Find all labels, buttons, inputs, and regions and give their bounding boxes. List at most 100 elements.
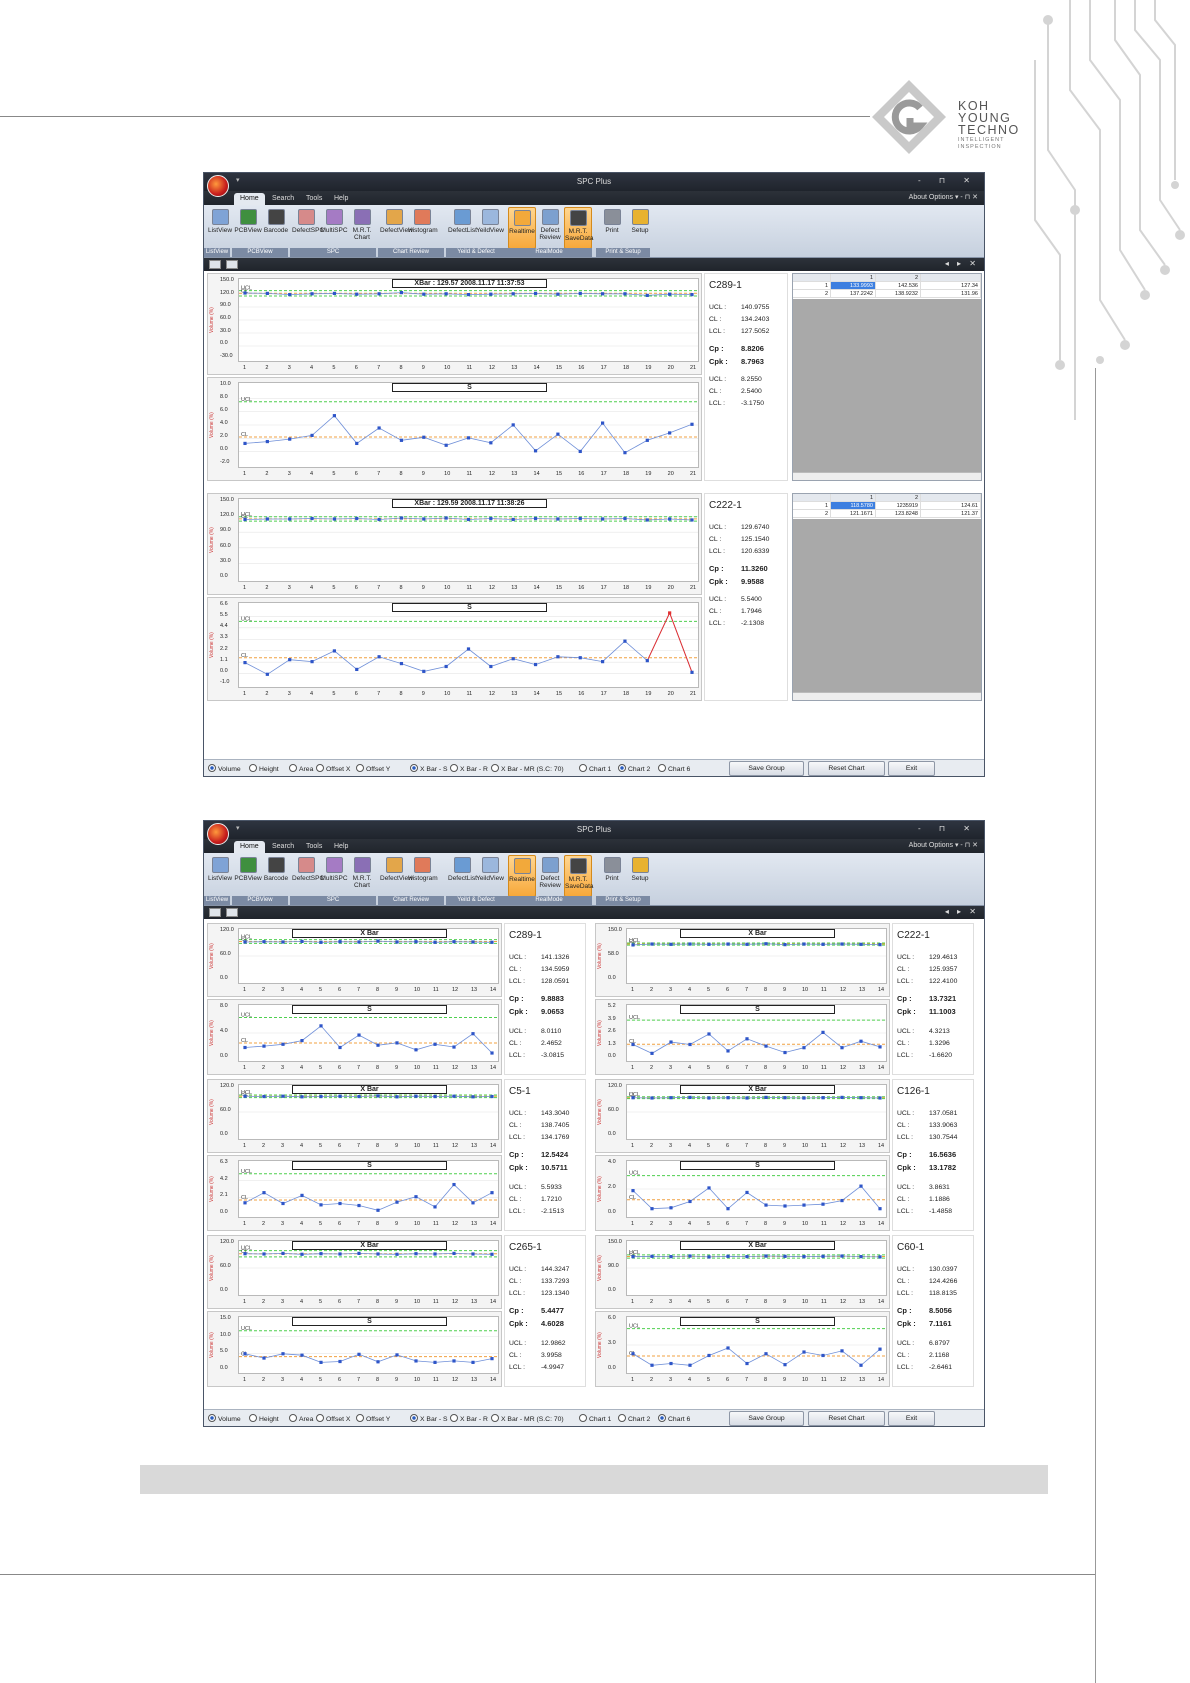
measure-radio-offset-x[interactable]: Offset X bbox=[316, 1414, 350, 1423]
window-controls[interactable]: ‐ ⊓ ✕ bbox=[918, 824, 978, 833]
layout-radio-chart-2[interactable]: Chart 2 bbox=[618, 764, 650, 773]
ribbon-button-m-r-t-savedata[interactable]: M.R.T. SaveData bbox=[564, 855, 594, 897]
grid-cell[interactable]: 127.34 bbox=[921, 282, 981, 290]
grid-cell[interactable]: 133.9993 bbox=[831, 282, 876, 290]
measure-radio-height[interactable]: Height bbox=[249, 1414, 279, 1423]
ribbon-button-pcbview[interactable]: PCBView bbox=[234, 855, 262, 897]
ribbon-button-m-r-t-chart[interactable]: M.R.T. Chart bbox=[348, 207, 376, 249]
ribbon-button-barcode[interactable]: Barcode bbox=[262, 207, 290, 249]
ribbon-button-pcbview[interactable]: PCBView bbox=[234, 207, 262, 249]
ribbon-button-defectlist[interactable]: DefectList bbox=[448, 855, 477, 897]
ribbon-button-listview[interactable]: ListView bbox=[206, 855, 234, 897]
save-group-button[interactable]: Save Group bbox=[729, 1411, 804, 1426]
measure-radio-area[interactable]: Area bbox=[289, 1414, 313, 1423]
layout-radio-chart-6[interactable]: Chart 6 bbox=[658, 1414, 690, 1423]
reset-chart-button[interactable]: Reset Chart bbox=[808, 1411, 885, 1426]
chart-type-radio[interactable]: X Bar - R bbox=[450, 1414, 488, 1423]
ribbon-button-defectlist[interactable]: DefectList bbox=[448, 207, 477, 249]
tab-home[interactable]: Home bbox=[234, 193, 265, 205]
ribbon-button-print[interactable]: Print bbox=[598, 207, 626, 249]
grid-cell[interactable]: 138.9232 bbox=[876, 290, 921, 298]
doc-tab-icon[interactable] bbox=[226, 260, 238, 269]
window-controls[interactable]: ‐ ⊓ ✕ bbox=[918, 176, 978, 185]
grid-cell[interactable]: 1235919 bbox=[876, 502, 921, 510]
tab-tools[interactable]: Tools bbox=[300, 193, 328, 205]
chart-type-radio[interactable]: X Bar - MR (S.C: 70) bbox=[491, 1414, 564, 1423]
grid-cell[interactable]: 142.536 bbox=[876, 282, 921, 290]
measure-radio-area[interactable]: Area bbox=[289, 764, 313, 773]
ribbon-button-listview[interactable]: ListView bbox=[206, 207, 234, 249]
grid-cell[interactable]: 124.61 bbox=[921, 502, 981, 510]
doc-nav-controls[interactable]: ◂ ▸ ✕ bbox=[945, 907, 979, 916]
chart-type-radio[interactable]: X Bar - S bbox=[410, 1414, 448, 1423]
horizontal-scrollbar[interactable] bbox=[793, 692, 981, 700]
exit-button[interactable]: Exit bbox=[888, 1411, 935, 1426]
layout-radio-chart-6[interactable]: Chart 6 bbox=[658, 764, 690, 773]
app-logo-icon[interactable] bbox=[207, 175, 229, 197]
chart-type-radio[interactable]: X Bar - R bbox=[450, 764, 488, 773]
reset-chart-button[interactable]: Reset Chart bbox=[808, 761, 885, 776]
ribbon-button-multispc[interactable]: MultiSPC bbox=[320, 855, 348, 897]
ribbon-button-barcode[interactable]: Barcode bbox=[262, 855, 290, 897]
layout-radio-chart-2[interactable]: Chart 2 bbox=[618, 1414, 650, 1423]
measure-radio-volume[interactable]: Volume bbox=[208, 1414, 241, 1423]
grid-cell[interactable]: 1 bbox=[793, 502, 831, 510]
spc-window-2chart: ▾ SPC Plus ‐ ⊓ ✕ Home Search Tools Help … bbox=[203, 172, 985, 777]
ribbon-button-defectview[interactable]: DefectView bbox=[380, 207, 413, 249]
app-logo-icon[interactable] bbox=[207, 823, 229, 845]
tab-search[interactable]: Search bbox=[266, 841, 300, 853]
ribbon-button-realtime[interactable]: Realtime bbox=[508, 207, 536, 249]
layout-radio-chart-1[interactable]: Chart 1 bbox=[579, 764, 611, 773]
grid-cell[interactable]: 2 bbox=[793, 290, 831, 298]
exit-button[interactable]: Exit bbox=[888, 761, 935, 776]
tab-home[interactable]: Home bbox=[234, 841, 265, 853]
data-grid[interactable]: 1 2 1 118.5780 1235919 124.61 2 121.1671 123.824… bbox=[792, 493, 982, 701]
grid-cell[interactable]: 2 bbox=[793, 510, 831, 518]
doc-nav-controls[interactable]: ◂ ▸ ✕ bbox=[945, 259, 979, 268]
measure-radio-height[interactable]: Height bbox=[249, 764, 279, 773]
doc-tab-icon[interactable] bbox=[209, 908, 221, 917]
tab-help[interactable]: Help bbox=[328, 193, 354, 205]
grid-cell[interactable]: 1 bbox=[793, 282, 831, 290]
tab-search[interactable]: Search bbox=[266, 193, 300, 205]
tab-help[interactable]: Help bbox=[328, 841, 354, 853]
doc-tab-icon[interactable] bbox=[226, 908, 238, 917]
measure-radio-volume[interactable]: Volume bbox=[208, 764, 241, 773]
options-menu[interactable]: About Options ▾ ‐ ⊓ ✕ bbox=[909, 193, 978, 201]
grid-cell[interactable]: 131.96 bbox=[921, 290, 981, 298]
grid-cell[interactable]: 118.5780 bbox=[831, 502, 876, 510]
ribbon-button-defectspc[interactable]: DefectSPC bbox=[292, 207, 324, 249]
ribbon-button-defect-review[interactable]: Defect Review bbox=[536, 207, 564, 249]
y-tick-label: 0.0 bbox=[220, 573, 228, 579]
ribbon-button-m-r-t-chart[interactable]: M.R.T. Chart bbox=[348, 855, 376, 897]
grid-cell[interactable]: 137.2242 bbox=[831, 290, 876, 298]
grid-cell[interactable]: 121.37 bbox=[921, 510, 981, 518]
measure-radio-offset-x[interactable]: Offset X bbox=[316, 764, 350, 773]
ribbon-button-defectview[interactable]: DefectView bbox=[380, 855, 413, 897]
ribbon-button-defect-review[interactable]: Defect Review bbox=[536, 855, 564, 897]
ribbon-button-setup[interactable]: Setup bbox=[626, 855, 654, 897]
ribbon-button-defectspc[interactable]: DefectSPC bbox=[292, 855, 324, 897]
save-group-button[interactable]: Save Group bbox=[729, 761, 804, 776]
ribbon-button-print[interactable]: Print bbox=[598, 855, 626, 897]
measure-radio-offset-y[interactable]: Offset Y bbox=[356, 764, 390, 773]
ribbon-button-setup[interactable]: Setup bbox=[626, 207, 654, 249]
horizontal-scrollbar[interactable] bbox=[793, 472, 981, 480]
chart-type-radio[interactable]: X Bar - MR (S.C: 70) bbox=[491, 764, 564, 773]
grid-cell[interactable]: 121.1671 bbox=[831, 510, 876, 518]
tab-tools[interactable]: Tools bbox=[300, 841, 328, 853]
data-grid[interactable]: 1 2 1 133.9993 142.536 127.34 2 137.2242 138.923… bbox=[792, 273, 982, 481]
chart-type-radio[interactable]: X Bar - S bbox=[410, 764, 448, 773]
ribbon-button-histogram[interactable]: Histogram bbox=[408, 855, 438, 897]
ribbon-button-realtime[interactable]: Realtime bbox=[508, 855, 536, 897]
layout-radio-chart-1[interactable]: Chart 1 bbox=[579, 1414, 611, 1423]
ribbon-button-yeildview[interactable]: YeildView bbox=[476, 855, 504, 897]
ribbon-button-multispc[interactable]: MultiSPC bbox=[320, 207, 348, 249]
measure-radio-offset-y[interactable]: Offset Y bbox=[356, 1414, 390, 1423]
ribbon-button-histogram[interactable]: Histogram bbox=[408, 207, 438, 249]
options-menu[interactable]: About Options ▾ ‐ ⊓ ✕ bbox=[909, 841, 978, 849]
ribbon-button-yeildview[interactable]: YeildView bbox=[476, 207, 504, 249]
grid-cell[interactable]: 123.8248 bbox=[876, 510, 921, 518]
doc-tab-icon[interactable] bbox=[209, 260, 221, 269]
ribbon-button-m-r-t-savedata[interactable]: M.R.T. SaveData bbox=[564, 207, 594, 249]
